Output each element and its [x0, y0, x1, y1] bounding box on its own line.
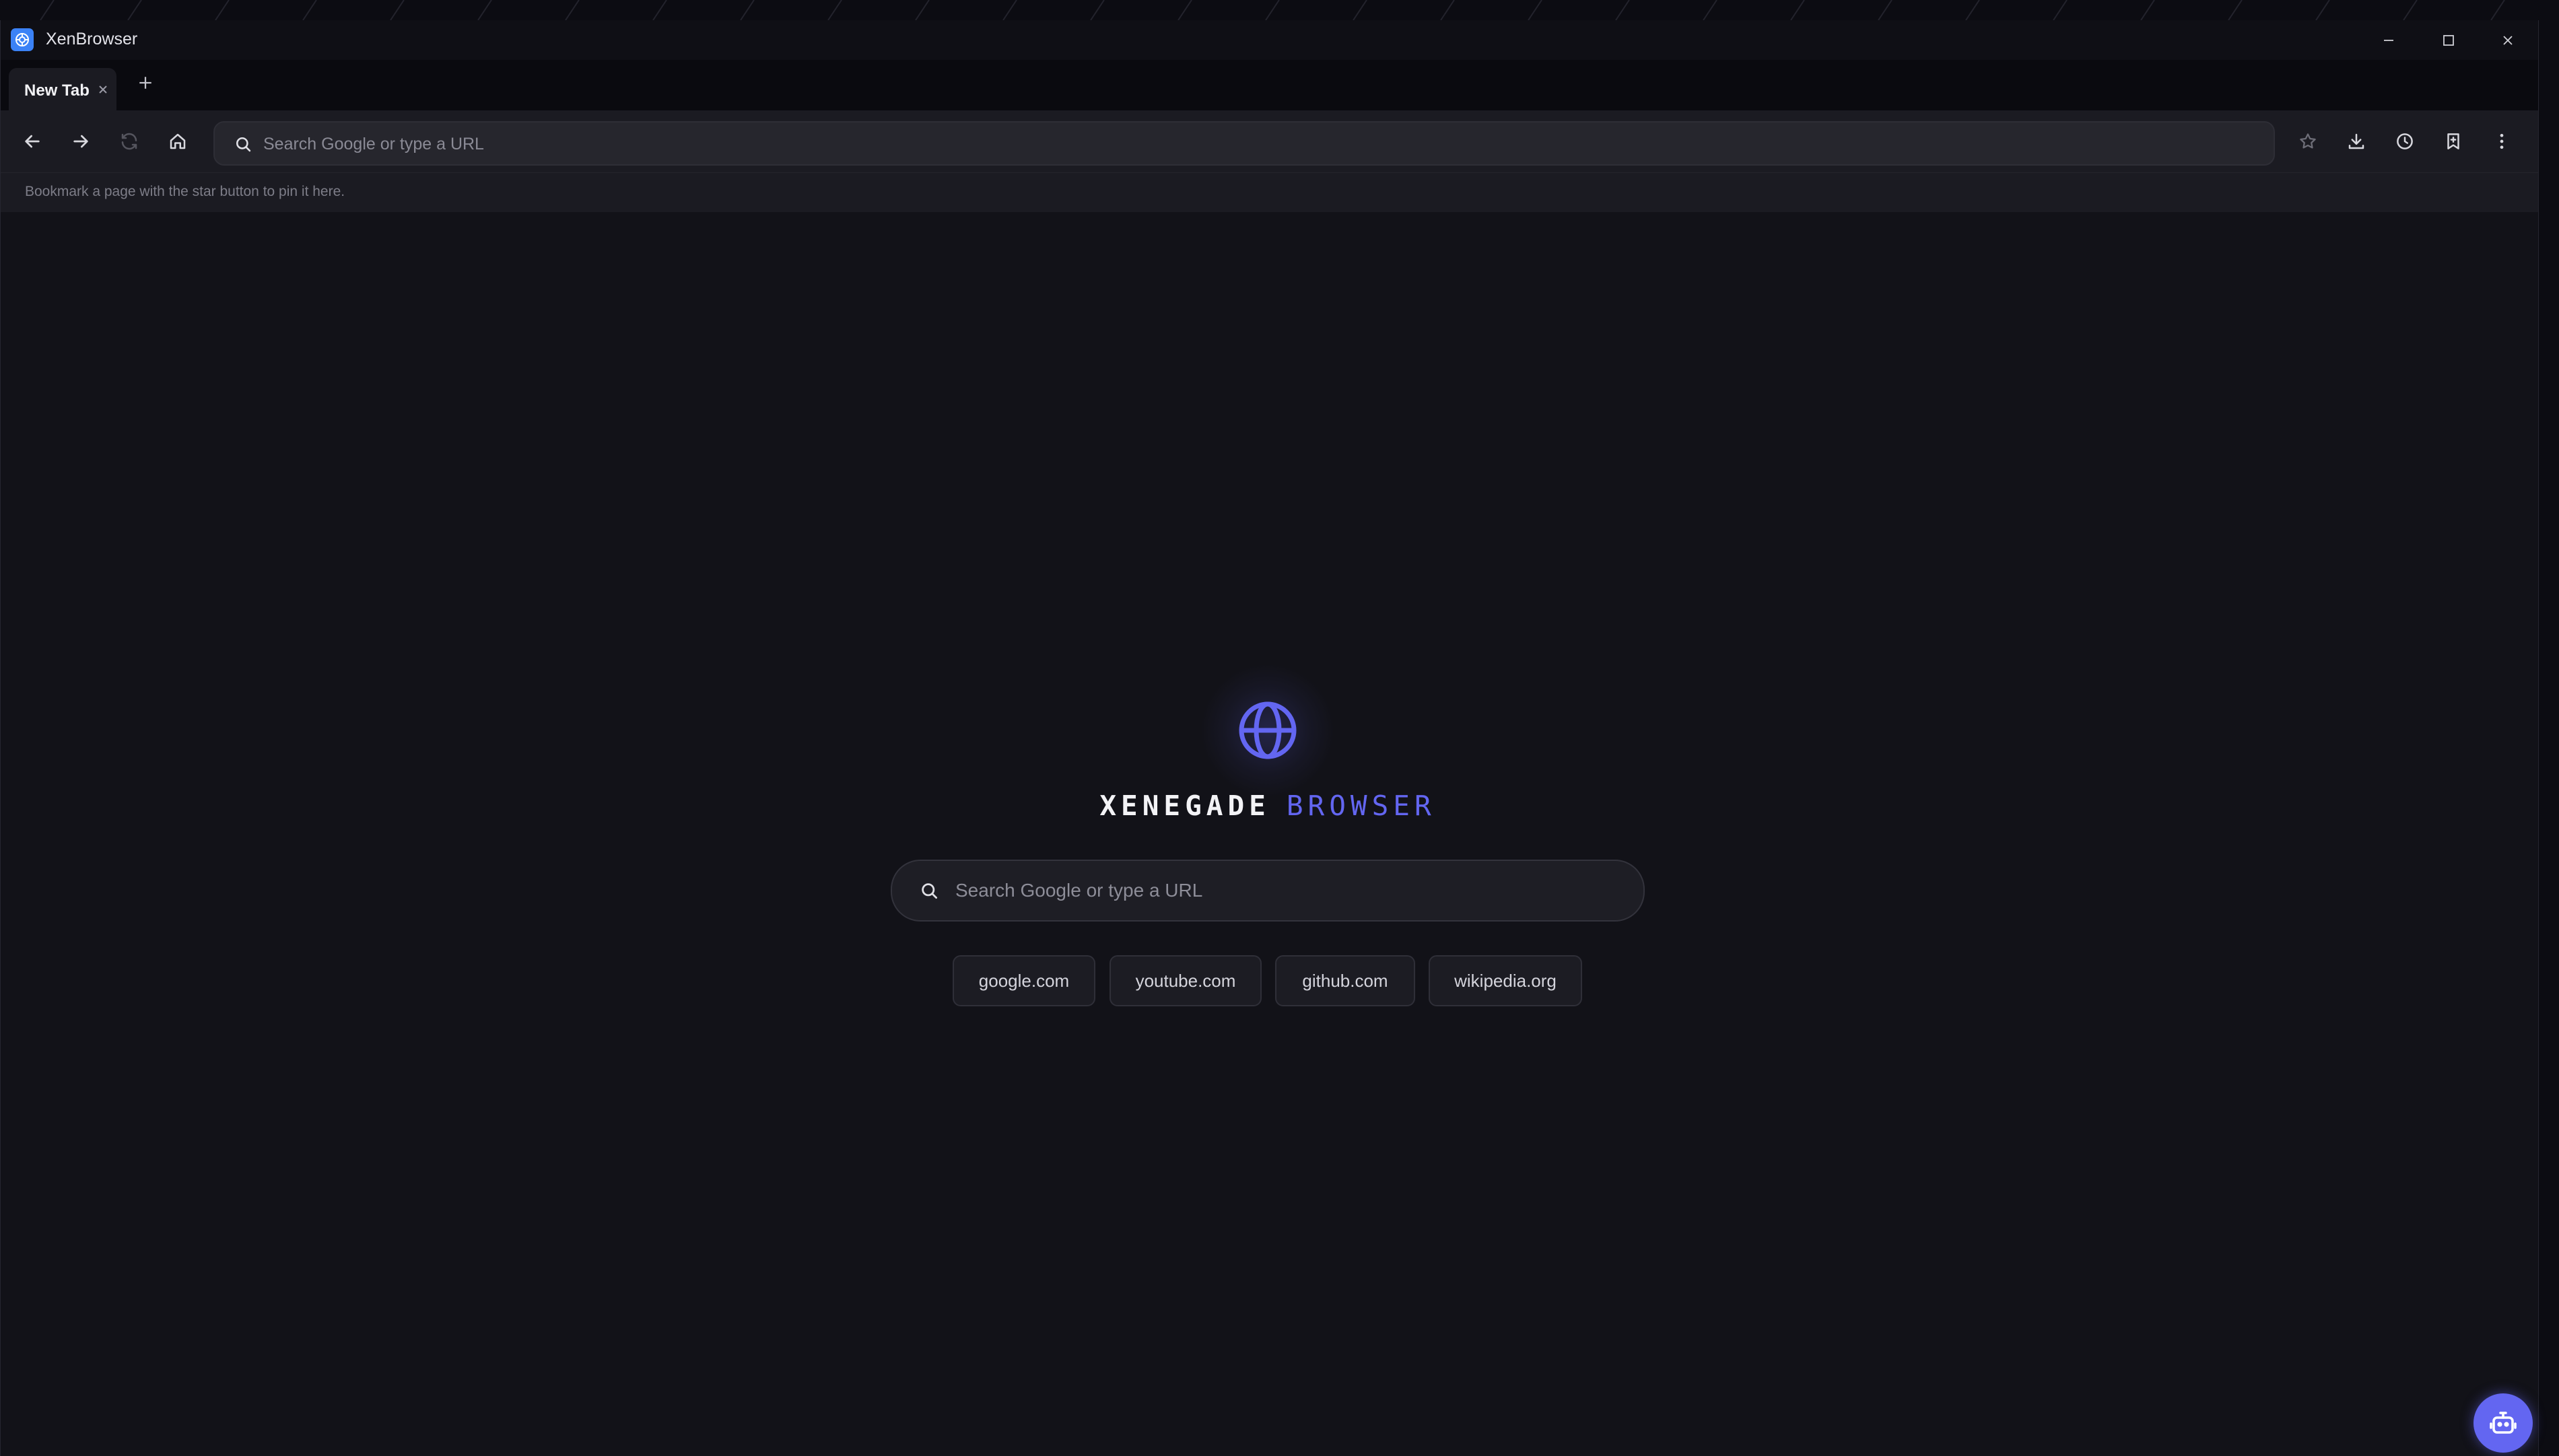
plus-icon — [139, 77, 151, 89]
brand-title: XENEGADE BROWSER — [1011, 790, 1525, 822]
address-input[interactable] — [262, 128, 2217, 160]
clock-icon — [2397, 133, 2413, 149]
new-tab-search-box[interactable] — [891, 860, 1645, 922]
robot-icon — [2490, 1412, 2517, 1434]
bookmarks-bar-hint: Bookmark a page with the star button to … — [25, 184, 345, 199]
quick-link-youtube[interactable]: youtube.com — [1110, 955, 1262, 1006]
desktop-background — [40, 0, 2505, 20]
maximize-icon — [2443, 34, 2454, 46]
quick-link-google[interactable]: google.com — [953, 955, 1095, 1006]
menu-button[interactable] — [2486, 126, 2517, 157]
search-icon — [236, 137, 251, 152]
navigation-toolbar — [1, 110, 2538, 172]
more-vertical-icon — [2500, 133, 2504, 149]
new-tab-button[interactable] — [132, 69, 159, 96]
tab-close-icon[interactable] — [95, 81, 111, 98]
assistant-button[interactable] — [2473, 1393, 2533, 1453]
maximize-button[interactable] — [2419, 20, 2478, 60]
tab-label: New Tab — [24, 81, 90, 100]
home-icon — [170, 133, 186, 149]
reload-icon — [121, 133, 137, 150]
reload-button[interactable] — [114, 126, 145, 157]
arrow-left-icon — [25, 135, 40, 148]
home-button[interactable] — [162, 126, 193, 157]
history-button[interactable] — [2389, 126, 2420, 157]
search-icon — [922, 883, 937, 899]
new-tab-search-input[interactable] — [954, 873, 1616, 908]
minimize-button[interactable] — [2359, 20, 2418, 60]
bookmark-star-button[interactable] — [2292, 126, 2323, 157]
bookmarks-bar: Bookmark a page with the star button to … — [1, 172, 2538, 213]
bookmarks-button[interactable] — [2438, 126, 2469, 157]
close-window-button[interactable] — [2478, 20, 2537, 60]
arrow-right-icon — [73, 135, 88, 148]
new-tab-page: XENEGADE BROWSER google.com youtube.com g… — [1, 212, 2538, 1456]
download-icon — [2348, 133, 2364, 149]
brand-primary: XENEGADE — [1099, 790, 1270, 822]
bookmark-icon — [2447, 133, 2459, 149]
quick-link-wikipedia[interactable]: wikipedia.org — [1429, 955, 1582, 1006]
close-icon — [2503, 35, 2513, 45]
brand-secondary: BROWSER — [1286, 790, 1436, 822]
quick-link-github[interactable]: github.com — [1275, 955, 1415, 1006]
downloads-button[interactable] — [2341, 126, 2372, 157]
back-button[interactable] — [17, 126, 48, 157]
forward-button[interactable] — [65, 126, 96, 157]
tab-new-tab[interactable]: New Tab — [9, 68, 116, 110]
browser-logo-icon — [11, 28, 34, 51]
minimize-icon — [2384, 39, 2393, 41]
address-bar[interactable] — [213, 121, 2275, 166]
tab-strip: New Tab — [1, 60, 2538, 110]
globe-icon — [1239, 701, 1297, 759]
star-icon — [2300, 133, 2316, 149]
title-bar[interactable]: XenBrowser — [1, 20, 2538, 60]
browser-window: XenBrowser New Tab Search Google or type… — [0, 20, 2539, 1456]
window-title: XenBrowser — [46, 30, 138, 48]
